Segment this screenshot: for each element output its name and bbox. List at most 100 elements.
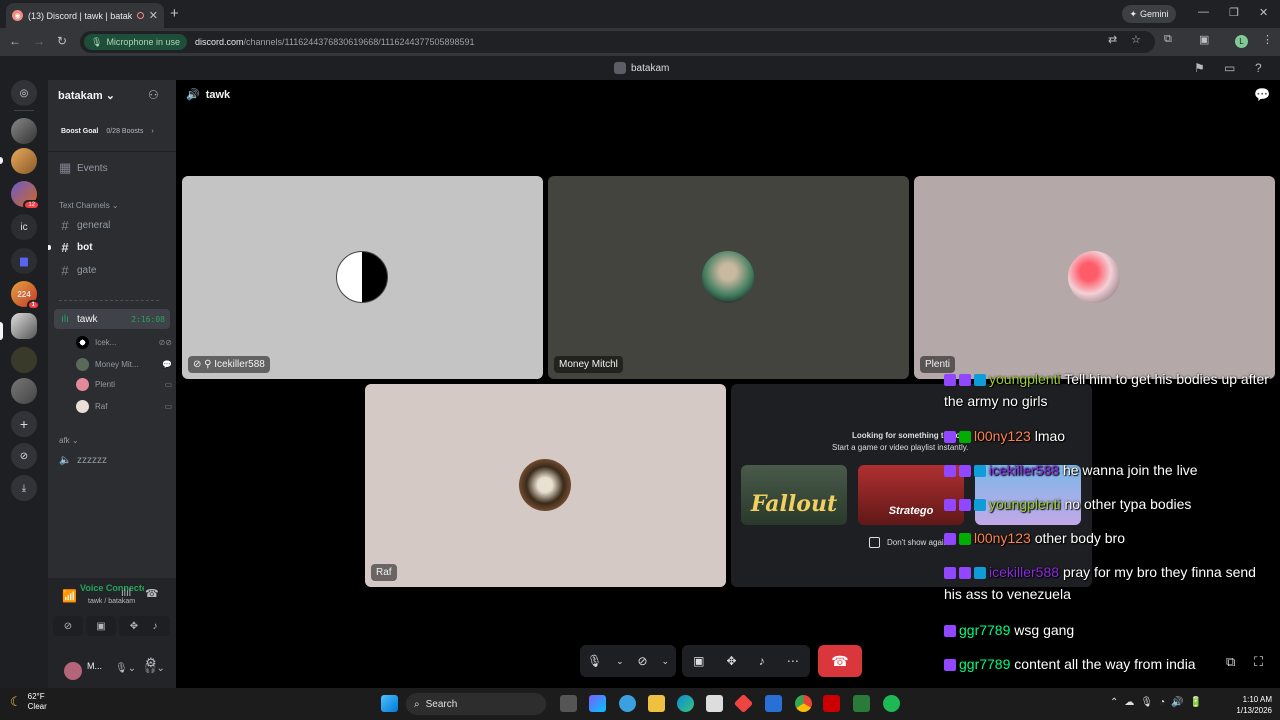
server-avatar-6[interactable]: [11, 378, 37, 404]
chevron-down-icon[interactable]: ⌄: [661, 656, 669, 667]
server-avatar-2[interactable]: [11, 148, 37, 174]
taskbar-search[interactable]: ⌕ Search: [406, 693, 546, 715]
camera-off-icon: ⊘: [63, 620, 73, 632]
microphone-icon[interactable]: 🎙⌄: [115, 663, 136, 674]
server-ic[interactable]: ic: [11, 214, 37, 240]
profile-avatar[interactable]: L: [1235, 35, 1248, 48]
sidepanel-icon[interactable]: ▣: [1199, 33, 1209, 46]
twitch-icon: [944, 533, 956, 546]
participant-tile-raf[interactable]: Raf: [365, 384, 726, 587]
taskbar-clock[interactable]: 1:10 AM 1/13/2026: [1222, 694, 1272, 716]
mcafee-icon[interactable]: [823, 695, 840, 712]
voice-user-label: Plenti: [95, 379, 116, 389]
boost-goal-bar[interactable]: Boost Goal 0/28 Boosts ›: [54, 120, 170, 142]
activities-icon[interactable]: ✥: [727, 654, 737, 668]
chat-message: youngplenti Tell him to get his bodies u…: [944, 368, 1274, 412]
microphone-in-use-pill[interactable]: 🎙 Microphone in use: [84, 34, 187, 50]
spotify-icon[interactable]: [883, 695, 900, 712]
new-tab-button[interactable]: +: [170, 5, 179, 22]
windows-start-icon[interactable]: [381, 695, 398, 712]
chat-message: icekiller588 he wanna join the live: [944, 459, 1274, 481]
soundboard-button[interactable]: ♪: [140, 616, 170, 636]
channel-general[interactable]: # general: [54, 215, 170, 235]
invite-people-icon[interactable]: ⚇: [148, 88, 159, 102]
close-tab-icon[interactable]: ✕: [149, 9, 158, 22]
checkbox[interactable]: [869, 537, 880, 548]
recording-icon: [136, 12, 144, 19]
user-settings-icon[interactable]: ⚙: [145, 655, 157, 671]
app-icon-green[interactable]: [853, 695, 870, 712]
bookmark-star-icon[interactable]: ☆: [1131, 33, 1141, 46]
camera-off-icon[interactable]: ⊘: [638, 654, 648, 668]
translate-icon[interactable]: ⇄: [1108, 33, 1117, 46]
server-avatar-1[interactable]: [11, 118, 37, 144]
file-explorer-icon[interactable]: [648, 695, 665, 712]
voice-channel-zzzzzz[interactable]: 🔈 zzzzzz: [54, 450, 170, 470]
server-avatar-3[interactable]: 12: [11, 181, 40, 210]
system-tray-icons[interactable]: ⌃☁🎙◔🔊🔋: [1110, 697, 1208, 708]
screen-share-button[interactable]: ▣: [86, 616, 116, 636]
menu-kebab-icon[interactable]: ⋮: [1262, 33, 1273, 46]
channel-gate[interactable]: # gate: [54, 260, 170, 280]
soundboard-icon[interactable]: ♪: [759, 654, 765, 668]
voice-channel-tawk[interactable]: ılı tawk 2:16:08: [54, 309, 170, 329]
events-item[interactable]: ▦ Events: [54, 158, 170, 178]
inbox-icon[interactable]: ▭: [1224, 61, 1235, 75]
category-afk[interactable]: afk ⌄: [59, 436, 79, 445]
channel-bot[interactable]: # bot: [54, 237, 170, 257]
noise-suppression-icon[interactable]: ılıl: [121, 588, 131, 599]
task-view-icon[interactable]: [560, 695, 577, 712]
chrome-icon[interactable]: [795, 695, 812, 712]
voice-user-icekiller[interactable]: Icek... ⊘⊘: [76, 332, 172, 352]
weather-widget[interactable]: ☾ 62°F Clear: [10, 692, 47, 712]
camera-off-button[interactable]: ⊘: [53, 616, 83, 636]
server-avatar-batakam[interactable]: [11, 313, 37, 339]
category-text-channels[interactable]: Text Channels ⌄: [59, 201, 119, 210]
voice-user-plenti[interactable]: Plenti ▭: [76, 374, 172, 394]
server-avatar-224[interactable]: 224 1: [11, 281, 40, 310]
game-card-fallout[interactable]: Fallout: [741, 465, 847, 525]
browser-icon[interactable]: [619, 695, 636, 712]
more-options-icon[interactable]: ⋯: [787, 654, 799, 668]
disconnect-button[interactable]: ☎: [818, 645, 862, 677]
close-window-button[interactable]: ✕: [1259, 6, 1268, 19]
gemini-button[interactable]: ✦ Gemini: [1122, 5, 1176, 23]
chevron-down-icon[interactable]: ⌄: [616, 656, 624, 667]
add-server-icon[interactable]: +: [11, 411, 37, 437]
reload-button[interactable]: ↻: [57, 34, 67, 48]
browser-tab[interactable]: ◉ (13) Discord | tawk | bataka ✕: [6, 3, 164, 28]
participant-tile-money-mitchl[interactable]: Money Mitchl: [548, 176, 909, 379]
address-bar[interactable]: 🎙 Microphone in use discord.com/channels…: [80, 31, 1155, 53]
chat-icon[interactable]: 💬: [1254, 87, 1270, 103]
folder-icon[interactable]: ▆: [11, 248, 37, 274]
maximize-button[interactable]: ❐: [1229, 6, 1239, 19]
mail-icon[interactable]: [765, 695, 782, 712]
username[interactable]: M...: [87, 661, 102, 671]
app-icon-red[interactable]: [733, 693, 754, 714]
download-icon[interactable]: ⤓: [11, 475, 37, 501]
forward-button[interactable]: →: [33, 34, 45, 48]
voice-user-raf[interactable]: Raf ▭: [76, 396, 172, 416]
minimize-button[interactable]: —: [1198, 6, 1209, 18]
store-icon[interactable]: [706, 695, 723, 712]
edge-icon[interactable]: [677, 695, 694, 712]
voice-connected-status[interactable]: Voice Connected: [80, 583, 144, 593]
help-icon[interactable]: ?: [1255, 61, 1262, 75]
participant-tile-icekiller[interactable]: ⊘ ⚲ Icekiller588: [182, 176, 543, 379]
server-name-dropdown[interactable]: batakam ⌄: [58, 89, 115, 102]
back-button[interactable]: ←: [9, 34, 21, 48]
extensions-icon[interactable]: ⧉: [1164, 33, 1172, 46]
participant-tile-plenti[interactable]: Plenti: [914, 176, 1275, 379]
server-avatar-5[interactable]: [11, 347, 37, 373]
screen-share-icon[interactable]: ▣: [693, 654, 704, 668]
disconnect-icon[interactable]: ☎: [145, 587, 159, 600]
voice-user-money-mitchl[interactable]: Money Mit... 💬: [76, 354, 172, 374]
flag-icon[interactable]: ⚑: [1194, 61, 1205, 75]
user-avatar[interactable]: [64, 662, 82, 680]
voice-connected-location[interactable]: tawk / batakam: [88, 598, 135, 605]
dont-show-again[interactable]: Don't show again: [869, 537, 948, 548]
copilot-icon[interactable]: [589, 695, 606, 712]
microphone-icon[interactable]: 🎙: [587, 654, 602, 668]
discover-icon[interactable]: ⊘: [11, 443, 37, 469]
discord-home-icon[interactable]: ◎: [11, 80, 37, 106]
